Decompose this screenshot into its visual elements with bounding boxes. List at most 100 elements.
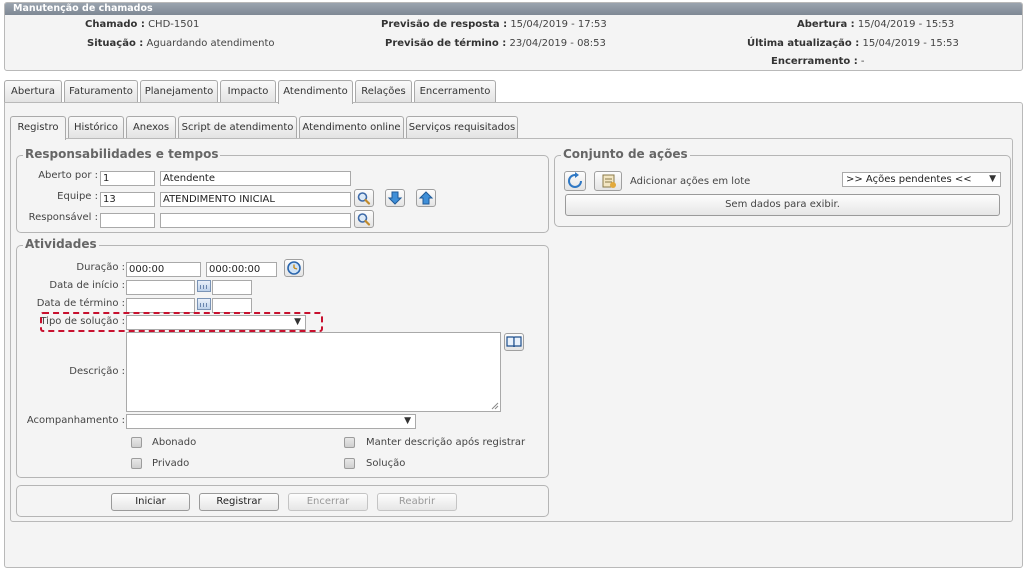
hora-termino-input[interactable] [212, 298, 252, 313]
add-batch-actions-button[interactable] [594, 171, 622, 191]
hora-inicio-input[interactable] [212, 280, 252, 295]
prev-resposta-row: Previsão de resposta : 15/04/2019 - 17:5… [381, 19, 607, 30]
prev-termino-label: Previsão de término : [385, 38, 507, 49]
abertura-label: Abertura : [797, 19, 855, 30]
responsavel-name-input[interactable] [160, 213, 351, 228]
acompanhamento-select[interactable]: ▼ [126, 414, 416, 429]
tab-servicos-requisitados[interactable]: Serviços requisitados [406, 116, 518, 138]
equipe-code-input[interactable]: 13 [100, 192, 155, 207]
acoes-legend: Conjunto de ações [561, 147, 690, 161]
equipe-search-button[interactable] [354, 189, 374, 207]
tab-historico[interactable]: Histórico [68, 116, 124, 138]
acoes-filter-value: >> Ações pendentes << [846, 174, 972, 185]
aberto-por-label: Aberto por : [38, 170, 98, 181]
chamado-value: CHD-1501 [148, 19, 200, 30]
duracao-label: Duração : [76, 262, 125, 273]
calendar-icon[interactable] [197, 280, 211, 292]
manter-descricao-label: Manter descrição após registrar [366, 437, 526, 448]
tab-faturamento[interactable]: Faturamento [64, 80, 138, 102]
tab-atendimento[interactable]: Atendimento [278, 80, 353, 104]
resize-handle-icon[interactable] [491, 402, 499, 410]
highlight-box [40, 312, 323, 332]
responsavel-code-input[interactable] [100, 213, 155, 228]
page-title: Manutenção de chamados [5, 3, 1022, 15]
equipe-label: Equipe : [57, 191, 98, 202]
tab-anexos[interactable]: Anexos [126, 116, 176, 138]
descricao-textarea[interactable] [126, 332, 501, 412]
prev-termino-row: Previsão de término : 23/04/2019 - 08:53 [385, 38, 606, 49]
tab-script-atendimento[interactable]: Script de atendimento [178, 116, 297, 138]
arrow-up-icon [418, 191, 434, 205]
data-inicio-label: Data de início : [49, 280, 125, 291]
solucao-label: Solução [366, 458, 406, 469]
equipe-name-input[interactable]: ATENDIMENTO INICIAL [160, 192, 351, 207]
timer-button[interactable] [284, 259, 304, 277]
data-inicio-input[interactable] [126, 280, 195, 295]
privado-label: Privado [152, 458, 190, 469]
add-batch-actions-label: Adicionar ações em lote [630, 176, 751, 187]
prev-resposta-value: 15/04/2019 - 17:53 [510, 19, 607, 30]
iniciar-button[interactable]: Iniciar [111, 493, 190, 511]
duracao-seconds-input[interactable]: 000:00:00 [206, 262, 277, 277]
situacao-value: Aguardando atendimento [146, 38, 275, 49]
aberto-por-name-input[interactable]: Atendente [160, 171, 351, 186]
manter-descricao-checkbox[interactable] [344, 437, 355, 448]
batch-add-icon [602, 174, 616, 188]
registrar-button[interactable]: Registrar [199, 493, 279, 511]
ultima-atualizacao-label: Última atualização : [747, 38, 860, 49]
tab-registro[interactable]: Registro [10, 116, 66, 140]
search-icon [357, 192, 371, 205]
prev-termino-value: 23/04/2019 - 08:53 [509, 38, 606, 49]
encerramento-row: Encerramento : - [771, 56, 865, 67]
privado-checkbox[interactable] [131, 458, 142, 469]
chamado-row: Chamado : CHD-1501 [85, 19, 199, 30]
acoes-filter-select[interactable]: >> Ações pendentes << ▼ [842, 172, 1001, 187]
search-icon [357, 213, 371, 226]
header-panel: Manutenção de chamados Chamado : CHD-150… [4, 2, 1023, 71]
tab-abertura[interactable]: Abertura [4, 80, 62, 102]
refresh-icon [568, 172, 582, 188]
responsavel-search-button[interactable] [354, 210, 374, 228]
responsavel-label: Responsável : [28, 212, 98, 223]
encerramento-label: Encerramento : [771, 56, 858, 67]
move-up-button[interactable] [416, 189, 436, 207]
data-termino-label: Data de término : [36, 298, 125, 309]
tab-encerramento[interactable]: Encerramento [414, 80, 496, 102]
abonado-checkbox[interactable] [131, 437, 142, 448]
situacao-row: Situação : Aguardando atendimento [87, 38, 274, 49]
acoes-empty-message: Sem dados para exibir. [565, 194, 1000, 216]
situacao-label: Situação : [87, 38, 144, 49]
tab-relacoes[interactable]: Relações [355, 80, 412, 102]
action-buttons-bar [16, 485, 549, 517]
tab-atendimento-online[interactable]: Atendimento online [299, 116, 404, 138]
abertura-value: 15/04/2019 - 15:53 [857, 19, 955, 30]
tab-planejamento[interactable]: Planejamento [140, 80, 218, 102]
book-icon [506, 336, 522, 348]
acompanhamento-label: Acompanhamento : [26, 415, 125, 426]
acoes-fieldset: Conjunto de ações [554, 147, 1011, 227]
aberto-por-code-input[interactable]: 1 [100, 171, 155, 186]
ultima-atualizacao-value: 15/04/2019 - 15:53 [862, 38, 959, 49]
chevron-down-icon: ▼ [989, 174, 996, 184]
duracao-input[interactable]: 000:00 [126, 262, 201, 277]
calendar-icon[interactable] [197, 298, 211, 310]
refresh-actions-button[interactable] [564, 171, 586, 191]
arrow-down-icon [387, 191, 403, 205]
ultima-atualizacao-row: Última atualização : 15/04/2019 - 15:53 [747, 38, 959, 49]
chevron-down-icon: ▼ [404, 416, 411, 426]
prev-resposta-label: Previsão de resposta : [381, 19, 508, 30]
encerramento-value: - [860, 56, 865, 67]
knowledge-base-button[interactable] [504, 333, 524, 351]
move-down-button[interactable] [385, 189, 405, 207]
data-termino-input[interactable] [126, 298, 195, 313]
clock-icon [287, 261, 301, 275]
chamado-label: Chamado : [85, 19, 145, 30]
encerrar-button[interactable]: Encerrar [288, 493, 368, 511]
abertura-row: Abertura : 15/04/2019 - 15:53 [797, 19, 954, 30]
tab-impacto[interactable]: Impacto [220, 80, 276, 102]
descricao-label: Descrição : [69, 366, 125, 377]
reabrir-button[interactable]: Reabrir [377, 493, 457, 511]
solucao-checkbox[interactable] [344, 458, 355, 469]
atividades-legend: Atividades [23, 237, 99, 251]
abonado-label: Abonado [152, 437, 197, 448]
